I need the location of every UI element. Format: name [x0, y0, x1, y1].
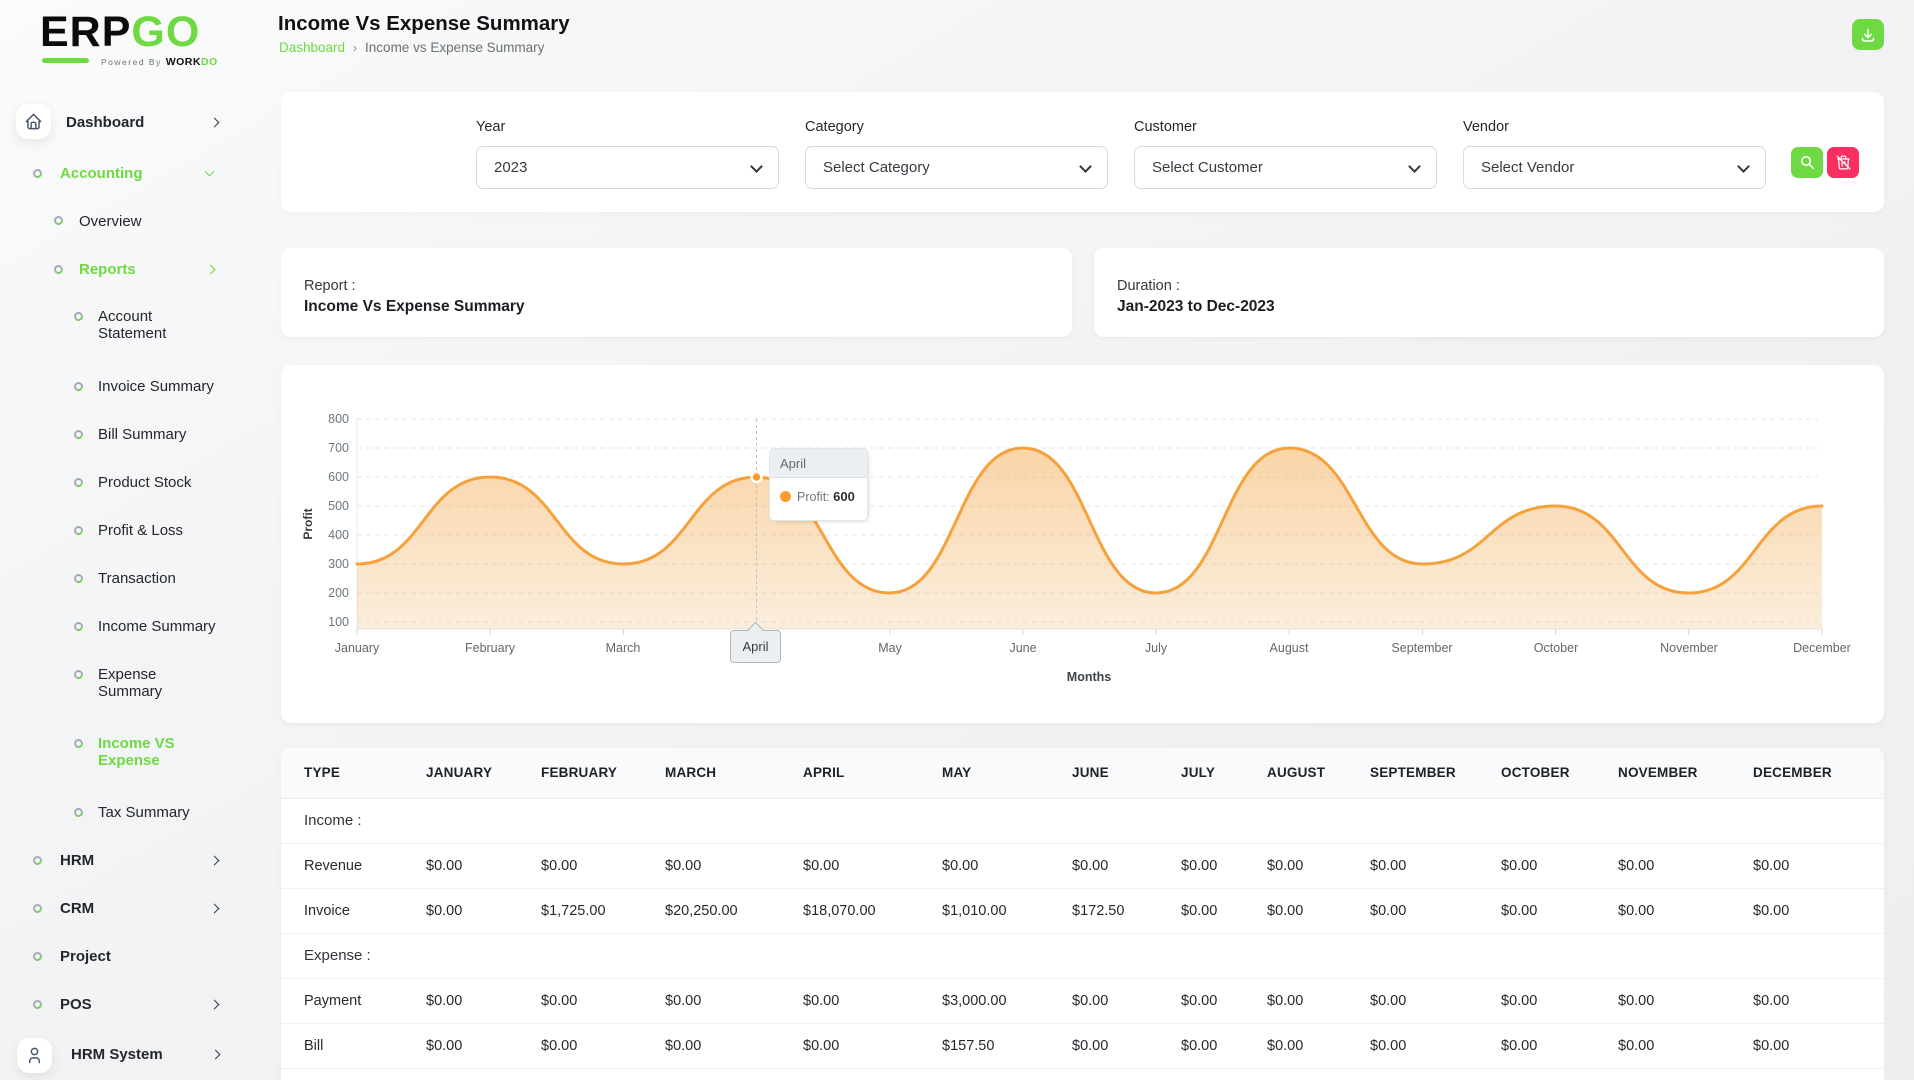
svg-text:July: July	[1145, 641, 1168, 655]
svg-text:400: 400	[328, 528, 349, 542]
svg-text:August: August	[1270, 641, 1309, 655]
svg-text:May: May	[878, 641, 902, 655]
svg-text:November: November	[1660, 641, 1718, 655]
svg-text:300: 300	[328, 557, 349, 571]
svg-text:June: June	[1009, 641, 1036, 655]
svg-text:200: 200	[328, 586, 349, 600]
svg-text:October: October	[1534, 641, 1578, 655]
svg-text:Months: Months	[1067, 670, 1111, 684]
svg-text:500: 500	[328, 499, 349, 513]
svg-text:January: January	[335, 641, 380, 655]
svg-text:600: 600	[328, 470, 349, 484]
svg-text:February: February	[465, 641, 516, 655]
svg-text:March: March	[606, 641, 641, 655]
svg-text:Profit: Profit	[301, 508, 315, 539]
svg-text:100: 100	[328, 615, 349, 629]
svg-text:December: December	[1793, 641, 1851, 655]
svg-text:700: 700	[328, 441, 349, 455]
svg-text:800: 800	[328, 412, 349, 426]
svg-text:September: September	[1391, 641, 1452, 655]
